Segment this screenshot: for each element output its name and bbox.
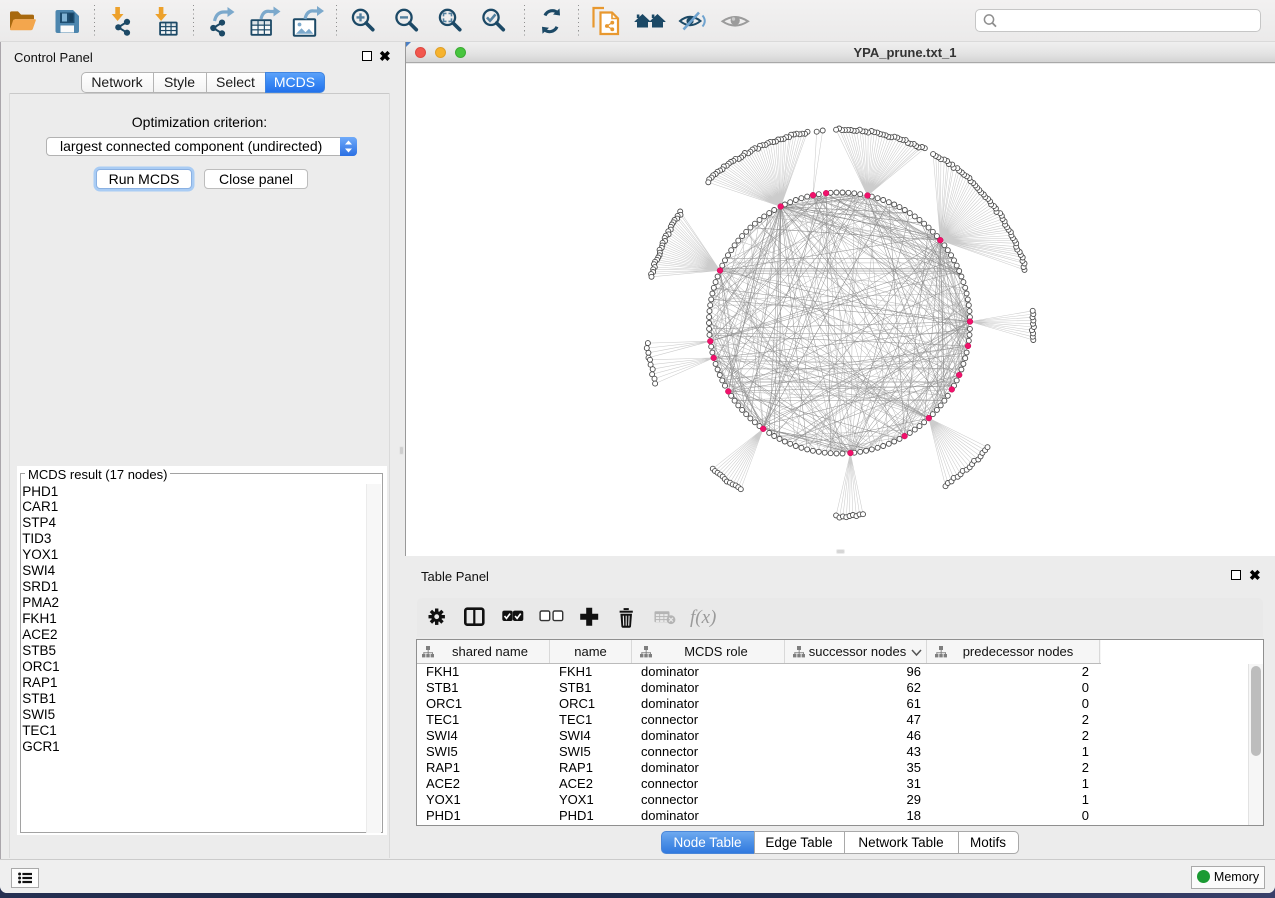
svg-text:f(x): f(x) [690, 607, 716, 628]
